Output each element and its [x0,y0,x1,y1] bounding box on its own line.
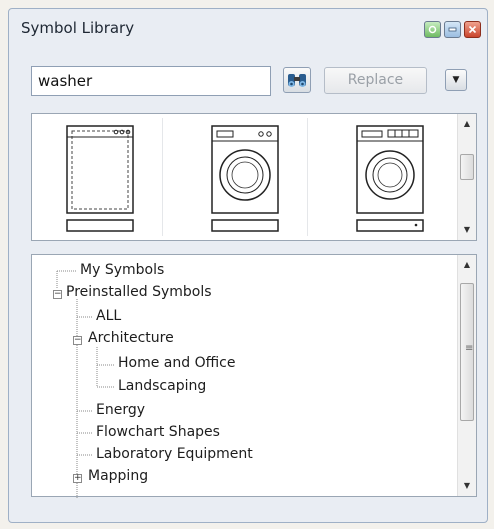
binoculars-icon [288,74,306,87]
tree-item-flowchart-shapes[interactable]: Flowchart Shapes [96,424,220,440]
tree-item-home-and-office[interactable]: Home and Office [118,355,235,371]
restore-icon[interactable] [424,21,441,38]
options-menu-button[interactable]: ▼ [445,69,467,91]
tree-scroll-thumb[interactable]: ≡ [460,283,474,421]
symbol-tile-washer[interactable] [181,118,308,236]
tree-item-architecture[interactable]: Architecture [88,330,174,346]
collapse-architecture-icon[interactable]: − [73,336,82,345]
find-button[interactable] [283,67,311,93]
minimize-icon[interactable] [444,21,461,38]
gallery-scroll-thumb[interactable] [460,154,474,180]
tree-scrollbar[interactable]: ▲ ≡ ▼ [457,255,476,496]
dishwasher-icon [66,125,134,232]
scroll-down-icon[interactable]: ▼ [458,478,476,494]
symbol-library-window: Symbol Library Rep [8,8,488,523]
symbol-tile-dishwasher[interactable] [36,118,163,236]
scroll-grip-icon: ≡ [465,343,474,354]
chevron-down-icon: ▼ [452,75,460,85]
front-load-washer-alt-icon [356,125,424,232]
close-icon[interactable] [464,21,481,38]
tree-item-laboratory-equipment[interactable]: Laboratory Equipment [96,446,253,462]
expand-mapping-icon[interactable]: + [73,474,82,483]
front-load-washer-icon [211,125,279,232]
tree-item-landscaping[interactable]: Landscaping [118,378,206,394]
search-toolbar: Replace ▼ [31,66,473,98]
symbol-category-tree: My Symbols − Preinstalled Symbols ALL − … [31,254,477,498]
symbol-gallery: ▲ ▼ [31,113,477,241]
gallery-scrollbar[interactable]: ▲ ▼ [457,114,476,240]
search-input[interactable] [31,66,271,96]
window-controls [424,21,481,38]
title-bar[interactable]: Symbol Library [9,9,487,45]
tree-item-energy[interactable]: Energy [96,402,145,418]
tree-item-all[interactable]: ALL [96,308,121,324]
scroll-up-icon[interactable]: ▲ [458,116,476,132]
tree-item-preinstalled-symbols[interactable]: Preinstalled Symbols [66,284,212,300]
scroll-up-icon[interactable]: ▲ [458,257,476,273]
window-title: Symbol Library [21,19,135,37]
scroll-down-icon[interactable]: ▼ [458,222,476,238]
collapse-preinstalled-icon[interactable]: − [53,290,62,299]
replace-button[interactable]: Replace [324,67,427,94]
tree-item-mapping[interactable]: Mapping [88,468,148,484]
tree-item-my-symbols[interactable]: My Symbols [80,262,164,278]
symbol-tile-washer-alt[interactable] [326,118,453,236]
